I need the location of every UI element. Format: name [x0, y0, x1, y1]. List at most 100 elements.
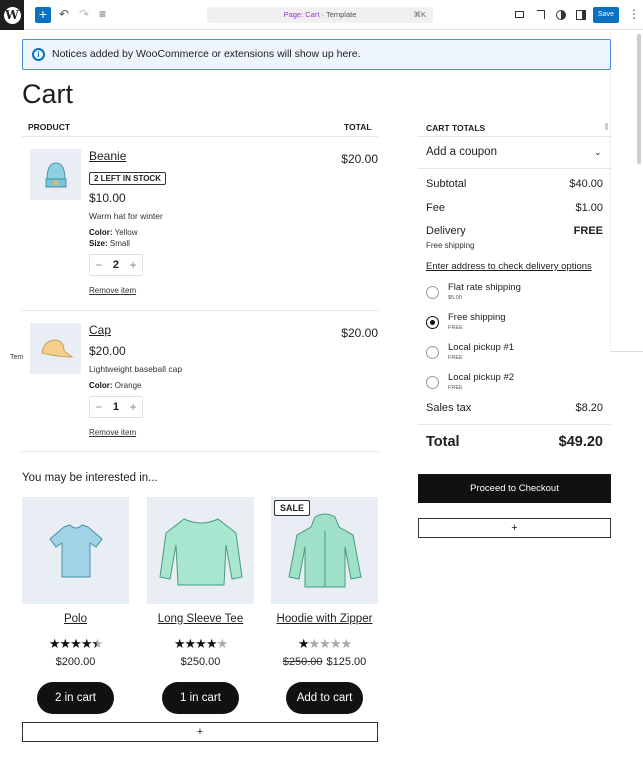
fee-value: $1.00 — [575, 202, 603, 214]
add-block-appender[interactable]: + — [22, 722, 378, 742]
size-value: Small — [107, 239, 130, 248]
enter-address-link[interactable]: Enter address to check delivery options — [426, 261, 592, 272]
sale-price: $125.00 — [326, 656, 367, 668]
decrease-quantity-button[interactable]: − — [95, 258, 102, 272]
total-label: Total — [426, 434, 460, 450]
scrollbar[interactable] — [637, 34, 641, 164]
star-icon: ★ — [319, 636, 331, 651]
star-rating: ★★★★★ — [271, 636, 378, 652]
delivery-label: Delivery — [426, 225, 466, 237]
product-price: $250.00 $125.00 — [271, 656, 378, 668]
add-to-cart-button[interactable]: Add to cart — [286, 682, 363, 714]
add-block-button[interactable]: + — [35, 7, 51, 23]
styles-contrast-icon[interactable] — [556, 10, 566, 20]
divider — [418, 168, 611, 169]
shipping-option-label[interactable]: Local pickup #1 — [448, 342, 514, 353]
fullscreen-icon[interactable] — [537, 10, 545, 19]
star-icon: ★ — [308, 636, 321, 651]
in-cart-button[interactable]: 2 in cart — [37, 682, 114, 714]
redo-icon[interactable]: ↷ — [79, 7, 89, 21]
star-icon: ★ — [59, 636, 72, 651]
cross-sells-title: You may be interested in... — [22, 472, 158, 484]
star-icon: ★ — [80, 636, 93, 651]
subtotal-label: Subtotal — [426, 178, 467, 190]
shipping-option-price: $5.00 — [448, 295, 462, 301]
star-icon: ★ — [340, 636, 352, 651]
shipping-radio-local-pickup-1[interactable] — [426, 346, 439, 359]
remove-item-link[interactable]: Remove item — [89, 428, 136, 437]
size-label: Size: — [89, 239, 108, 248]
divider — [418, 424, 611, 425]
line-total: $20.00 — [341, 152, 378, 166]
add-coupon-toggle[interactable]: Add a coupon — [426, 146, 497, 158]
drag-handle-icon[interactable] — [605, 123, 608, 130]
product-name-link[interactable]: Polo — [22, 613, 129, 625]
star-icon: ★ — [173, 636, 186, 651]
long-sleeve-tee-image[interactable] — [147, 497, 254, 604]
chevron-down-icon[interactable]: ⌄ — [594, 147, 602, 158]
save-button[interactable]: Save — [593, 7, 619, 23]
fee-label: Fee — [426, 202, 445, 214]
quantity-stepper: −2 + — [89, 254, 143, 276]
wordpress-logo-button[interactable]: W — [0, 0, 24, 30]
product-card-polo: Polo ★★★★★ $200.00 2 in cart — [22, 497, 129, 714]
quantity-stepper: −1 + — [89, 396, 143, 418]
regular-price: $250.00 — [282, 656, 323, 668]
shipping-radio-local-pickup-2[interactable] — [426, 376, 439, 389]
star-icon: ★ — [91, 636, 103, 651]
wordpress-icon: W — [3, 6, 21, 24]
increase-quantity-button[interactable]: + — [130, 400, 137, 414]
desktop-view-icon[interactable] — [515, 11, 524, 18]
product-name-link[interactable]: Long Sleeve Tee — [147, 613, 254, 625]
increase-quantity-button[interactable]: + — [130, 258, 137, 272]
add-block-appender[interactable]: + — [418, 518, 611, 538]
product-description: Lightweight baseball cap — [89, 364, 183, 374]
store-notice: i Notices added by WooCommerce or extensi… — [22, 39, 611, 70]
product-price: $250.00 — [180, 656, 221, 668]
remove-item-link[interactable]: Remove item — [89, 286, 136, 295]
delivery-method: Free shipping — [426, 241, 475, 250]
polo-image[interactable] — [22, 497, 129, 604]
unit-price: $20.00 — [89, 344, 126, 358]
page-name: Page: Cart — [283, 10, 320, 19]
quantity-value[interactable]: 1 — [113, 401, 119, 413]
shipping-radio-free-shipping[interactable] — [426, 316, 439, 329]
shipping-radio-flat-rate[interactable] — [426, 286, 439, 299]
unit-price: $10.00 — [89, 191, 126, 205]
product-description: Warm hat for winter — [89, 211, 163, 221]
product-card-hoodie-with-zipper: SALE Hoodie with Zipper ★★★★★ $250.00 $12… — [271, 497, 378, 714]
undo-icon[interactable]: ↶ — [59, 7, 69, 21]
settings-sidebar-icon[interactable] — [576, 10, 586, 20]
hoodie-image[interactable]: SALE — [271, 497, 378, 604]
shipping-option-label[interactable]: Free shipping — [448, 312, 506, 323]
quantity-value[interactable]: 2 — [113, 259, 119, 271]
product-name-link[interactable]: Beanie — [89, 149, 126, 163]
line-total: $20.00 — [341, 326, 378, 340]
color-value: Orange — [112, 381, 142, 390]
template-label: Template — [325, 10, 357, 19]
star-icon: ★ — [216, 636, 228, 651]
options-icon[interactable]: ⋮ — [628, 7, 640, 21]
editor-toolbar: W + ↶ ↷ ≡ Page: Cart · Template ⌘K Save ⋮ — [0, 0, 643, 30]
document-overview-icon[interactable]: ≡ — [99, 7, 106, 21]
delivery-value: FREE — [573, 225, 603, 237]
shipping-option-price: FREE — [448, 355, 463, 361]
color-label: Color: — [89, 381, 113, 390]
product-name-link[interactable]: Hoodie with Zipper — [271, 613, 378, 625]
decrease-quantity-button[interactable]: − — [95, 400, 102, 414]
command-palette-button[interactable]: Page: Cart · Template ⌘K — [207, 7, 433, 23]
star-icon: ★ — [70, 636, 82, 651]
variation-size: Size: Small — [89, 238, 130, 249]
shipping-option-label[interactable]: Flat rate shipping — [448, 282, 521, 293]
in-cart-button[interactable]: 1 in cart — [162, 682, 239, 714]
cart-item-cap: Cap $20.00 Lightweight baseball cap Colo… — [30, 323, 378, 443]
stock-badge: 2 LEFT IN STOCK — [89, 172, 166, 185]
product-name-link[interactable]: Cap — [89, 323, 111, 337]
product-card-long-sleeve-tee: Long Sleeve Tee ★★★★★ $250.00 1 in cart — [147, 497, 254, 714]
shipping-option-price: FREE — [448, 385, 463, 391]
shipping-option-label[interactable]: Local pickup #2 — [448, 372, 514, 383]
divider — [22, 451, 378, 452]
star-icon: ★ — [184, 636, 197, 651]
sales-tax-value: $8.20 — [575, 402, 603, 414]
proceed-to-checkout-button[interactable]: Proceed to Checkout — [418, 474, 611, 503]
